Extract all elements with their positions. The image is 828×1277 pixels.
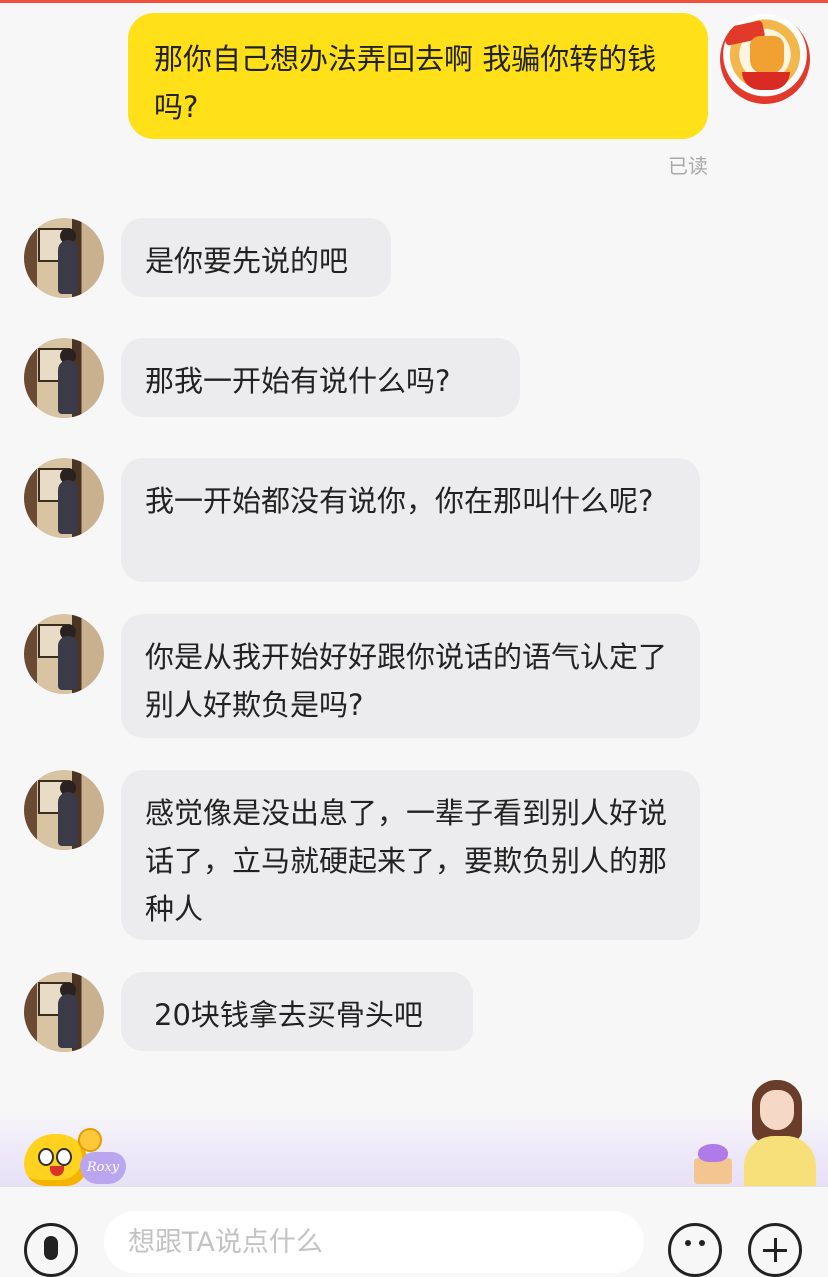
emoji-button[interactable]	[668, 1223, 722, 1277]
gift-icon[interactable]	[690, 1144, 736, 1184]
incoming-message-bubble[interactable]: 那我一开始有说什么吗?	[121, 338, 520, 417]
avatar-bowl	[742, 72, 790, 90]
avatar-person-body	[58, 360, 78, 414]
gift-bow	[698, 1144, 728, 1162]
contact-avatar[interactable]	[24, 972, 104, 1052]
incoming-message-text: 你是从我开始好好跟你说话的语气认定了别人好欺负是吗?	[145, 640, 668, 722]
incoming-message-text: 是你要先说的吧	[145, 244, 349, 278]
self-avatar[interactable]	[720, 14, 810, 104]
microphone-icon	[44, 1236, 58, 1260]
contact-avatar[interactable]	[24, 770, 104, 850]
incoming-message-text: 20块钱拿去买骨头吧	[154, 998, 423, 1032]
contact-avatar[interactable]	[24, 338, 104, 418]
avatar-person-body	[58, 994, 78, 1048]
incoming-message-bubble[interactable]: 是你要先说的吧	[121, 218, 391, 297]
avatar-person-body	[58, 636, 78, 690]
incoming-message-bubble[interactable]: 你是从我开始好好跟你说话的语气认定了别人好欺负是吗?	[121, 614, 700, 738]
plus-icon-vertical	[773, 1238, 777, 1262]
avatar-person-body	[58, 240, 78, 294]
incoming-message-text: 那我一开始有说什么吗?	[145, 364, 451, 398]
chat-message-list[interactable]: 那你自己想办法弄回去啊 我骗你转的钱吗? 已读 是你要先说的吧 那我一开始有说什…	[0, 0, 828, 1110]
more-button[interactable]	[748, 1223, 802, 1277]
voice-button[interactable]	[24, 1223, 78, 1277]
promo-dress	[744, 1136, 816, 1186]
smiley-icon-eye	[685, 1240, 691, 1246]
outgoing-message-text: 那你自己想办法弄回去啊 我骗你转的钱吗?	[154, 42, 657, 124]
incoming-message-text: 感觉像是没出息了，一辈子看到别人好说话了，立马就硬起来了，要欺负别人的那种人	[145, 796, 668, 926]
incoming-message-bubble[interactable]: 20块钱拿去买骨头吧	[121, 972, 473, 1051]
contact-avatar[interactable]	[24, 614, 104, 694]
read-status: 已读	[668, 154, 708, 178]
promo-character-image[interactable]	[740, 1080, 820, 1186]
promo-face	[760, 1090, 794, 1130]
message-input[interactable]	[104, 1211, 644, 1273]
mascot-eye	[38, 1148, 54, 1166]
incoming-message-bubble[interactable]: 感觉像是没出息了，一辈子看到别人好说话了，立马就硬起来了，要欺负别人的那种人	[121, 770, 700, 940]
avatar-person-body	[58, 480, 78, 534]
outgoing-message-bubble[interactable]: 那你自己想办法弄回去啊 我骗你转的钱吗?	[128, 13, 708, 139]
coin-icon	[78, 1128, 102, 1152]
contact-avatar[interactable]	[24, 218, 104, 298]
incoming-message-bubble[interactable]: 我一开始都没有说你，你在那叫什么呢?	[121, 458, 700, 582]
heart-badge[interactable]: Roxy	[80, 1152, 126, 1184]
contact-avatar[interactable]	[24, 458, 104, 538]
avatar-person-body	[58, 792, 78, 846]
mascot-eye	[56, 1148, 72, 1166]
input-bar	[0, 1186, 828, 1277]
smiley-icon-eye	[699, 1240, 705, 1246]
incoming-message-text: 我一开始都没有说你，你在那叫什么呢?	[145, 484, 654, 518]
avatar-dog-figure	[750, 36, 784, 74]
